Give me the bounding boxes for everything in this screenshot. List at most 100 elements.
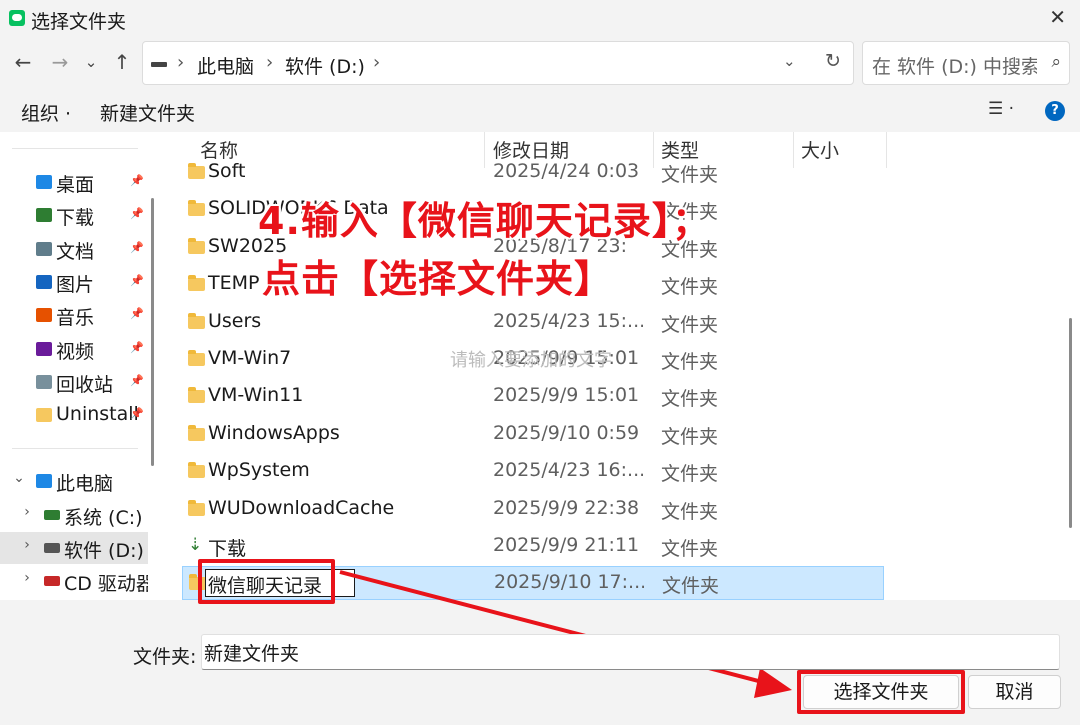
- sidebar-item-label: 此电脑: [56, 473, 114, 495]
- close-icon[interactable]: ✕: [1049, 5, 1066, 29]
- document-icon: [36, 241, 52, 256]
- folder-icon: [188, 387, 205, 404]
- chevron-right-icon[interactable]: ›: [21, 537, 33, 553]
- highlight-rename-box: [198, 559, 335, 604]
- file-date: 2025/4/23 16:...: [493, 459, 643, 482]
- sidebar-item[interactable]: 文档 📌: [0, 233, 148, 265]
- sidebar-item-drive[interactable]: › CD 驱动器: [0, 565, 148, 597]
- breadcrumb-separator: ›: [177, 52, 185, 73]
- sidebar-item-drive[interactable]: › 系统 (C:): [0, 499, 148, 531]
- table-row[interactable]: WpSystem 2025/4/23 16:... 文件夹: [182, 455, 884, 489]
- forward-button[interactable]: →: [49, 50, 71, 74]
- watermark-text: 请输入要添加的文字: [450, 350, 612, 371]
- sidebar-item[interactable]: 桌面 📌: [0, 166, 148, 198]
- sidebar-item-label: 下载: [56, 207, 95, 230]
- table-row[interactable]: WUDownloadCache 2025/9/9 22:38 文件夹: [182, 493, 884, 527]
- breadcrumb-separator: ›: [266, 52, 274, 73]
- breadcrumb-drive-d[interactable]: 软件 (D:): [285, 52, 365, 79]
- recent-locations-button[interactable]: ⌄: [80, 50, 102, 74]
- sidebar-item-label: CD 驱动器: [64, 573, 148, 595]
- annotation-step-line2: 点击【选择文件夹】: [262, 257, 614, 301]
- chevron-down-icon[interactable]: ⌄: [13, 470, 25, 486]
- pin-icon: 📌: [130, 373, 144, 387]
- sidebar-item[interactable]: 下载 📌: [0, 199, 148, 231]
- sidebar-item-label: 音乐: [56, 307, 95, 330]
- address-bar[interactable]: › 此电脑 › 软件 (D:) › ⌄ ↻: [142, 41, 854, 85]
- sidebar-item[interactable]: 视频 📌: [0, 333, 148, 365]
- file-type: 文件夹: [661, 351, 719, 373]
- up-button[interactable]: ↑: [111, 50, 133, 74]
- pin-icon: 📌: [130, 407, 144, 421]
- file-name: TEMP: [208, 272, 260, 295]
- file-type: 文件夹: [661, 388, 719, 411]
- sidebar-item[interactable]: 回收站 📌: [0, 366, 148, 398]
- chevron-right-icon[interactable]: ›: [21, 570, 33, 586]
- select-folder-button[interactable]: 选择文件夹: [803, 675, 959, 709]
- file-name: 下载: [208, 538, 247, 560]
- sidebar-item[interactable]: Uninstall 📌: [0, 399, 148, 431]
- folder-icon: [188, 312, 205, 329]
- help-icon[interactable]: ?: [1045, 101, 1065, 121]
- folder-icon: [188, 350, 205, 366]
- file-type: 文件夹: [662, 575, 720, 597]
- table-row[interactable]: Soft 2025/4/24 0:03 文件夹: [182, 156, 884, 190]
- breadcrumb-this-pc[interactable]: 此电脑: [197, 52, 254, 79]
- desktop-icon: [36, 175, 52, 189]
- video-icon: [36, 341, 52, 356]
- file-date: 2025/4/24 0:03: [493, 160, 640, 182]
- folder-icon: [188, 424, 205, 441]
- address-history-dropdown[interactable]: ⌄: [783, 52, 796, 70]
- cancel-button[interactable]: 取消: [968, 675, 1061, 709]
- drive-icon: [44, 576, 60, 586]
- back-button[interactable]: ←: [12, 50, 34, 74]
- title-bar: 选择文件夹 ✕: [0, 0, 1080, 36]
- search-icon[interactable]: ⌕: [1051, 52, 1061, 72]
- organize-menu[interactable]: 组织 ·: [21, 99, 71, 126]
- folder-name-input[interactable]: [201, 634, 1060, 670]
- breadcrumb-separator[interactable]: ›: [373, 52, 380, 73]
- sidebar-item[interactable]: 音乐 📌: [0, 299, 148, 331]
- sidebar-item-label: 桌面: [56, 174, 95, 196]
- table-row[interactable]: Users 2025/4/23 15:... 文件夹: [182, 306, 884, 340]
- pin-icon: 📌: [130, 240, 144, 254]
- nav-divider: [12, 448, 138, 449]
- pin-icon: 📌: [130, 207, 144, 221]
- folder-icon: [188, 163, 205, 179]
- chevron-right-icon[interactable]: ›: [21, 504, 33, 520]
- command-bar: 组织 · 新建文件夹 ☰ · ?: [0, 90, 1080, 132]
- sidebar-item-drive[interactable]: › 软件 (D:): [0, 532, 148, 564]
- window-title: 选择文件夹: [31, 11, 127, 33]
- computer-icon: [36, 474, 52, 488]
- table-row[interactable]: WindowsApps 2025/9/10 0:59 文件夹: [182, 418, 884, 452]
- sidebar-item-this-pc[interactable]: ⌄ 此电脑: [0, 465, 148, 497]
- folder-icon: [36, 408, 52, 423]
- search-input[interactable]: 在 软件 (D:) 中搜索: [872, 52, 1037, 79]
- file-name: WUDownloadCache: [208, 496, 395, 519]
- nav-scrollbar[interactable]: [151, 198, 154, 466]
- file-type: 文件夹: [661, 538, 719, 560]
- view-options-button[interactable]: ☰ ·: [988, 99, 1014, 119]
- file-type: 文件夹: [661, 463, 719, 486]
- column-divider[interactable]: [886, 132, 887, 168]
- sidebar-item-label: 系统 (C:): [64, 507, 143, 529]
- sidebar-item[interactable]: 图片 📌: [0, 266, 148, 298]
- music-icon: [36, 308, 52, 323]
- refresh-icon[interactable]: ↻: [825, 50, 841, 72]
- drive-icon: [44, 543, 60, 553]
- sidebar-item-label: 视频: [56, 340, 95, 363]
- search-box[interactable]: 在 软件 (D:) 中搜索 ⌕: [862, 41, 1070, 85]
- file-date: 2025/4/23 15:...: [493, 309, 643, 332]
- file-list-scrollbar[interactable]: [1069, 318, 1072, 528]
- table-row[interactable]: VM-Win11 2025/9/9 15:01 文件夹: [182, 380, 884, 414]
- file-date: 2025/9/10 0:59: [493, 421, 640, 444]
- folder-icon: [188, 237, 205, 254]
- file-name: Users: [208, 309, 262, 332]
- drive-icon: [44, 510, 60, 520]
- sort-ascending-icon: ⌃: [332, 132, 343, 140]
- navigation-bar: ← → ⌄ ↑ › 此电脑 › 软件 (D:) › ⌄ ↻ 在 软件 (D:) …: [0, 36, 1080, 90]
- new-folder-button[interactable]: 新建文件夹: [100, 99, 195, 126]
- pin-icon: 📌: [130, 340, 144, 354]
- pin-icon: 📌: [130, 307, 144, 321]
- file-name: VM-Win11: [208, 384, 304, 407]
- file-type: 文件夹: [661, 425, 719, 448]
